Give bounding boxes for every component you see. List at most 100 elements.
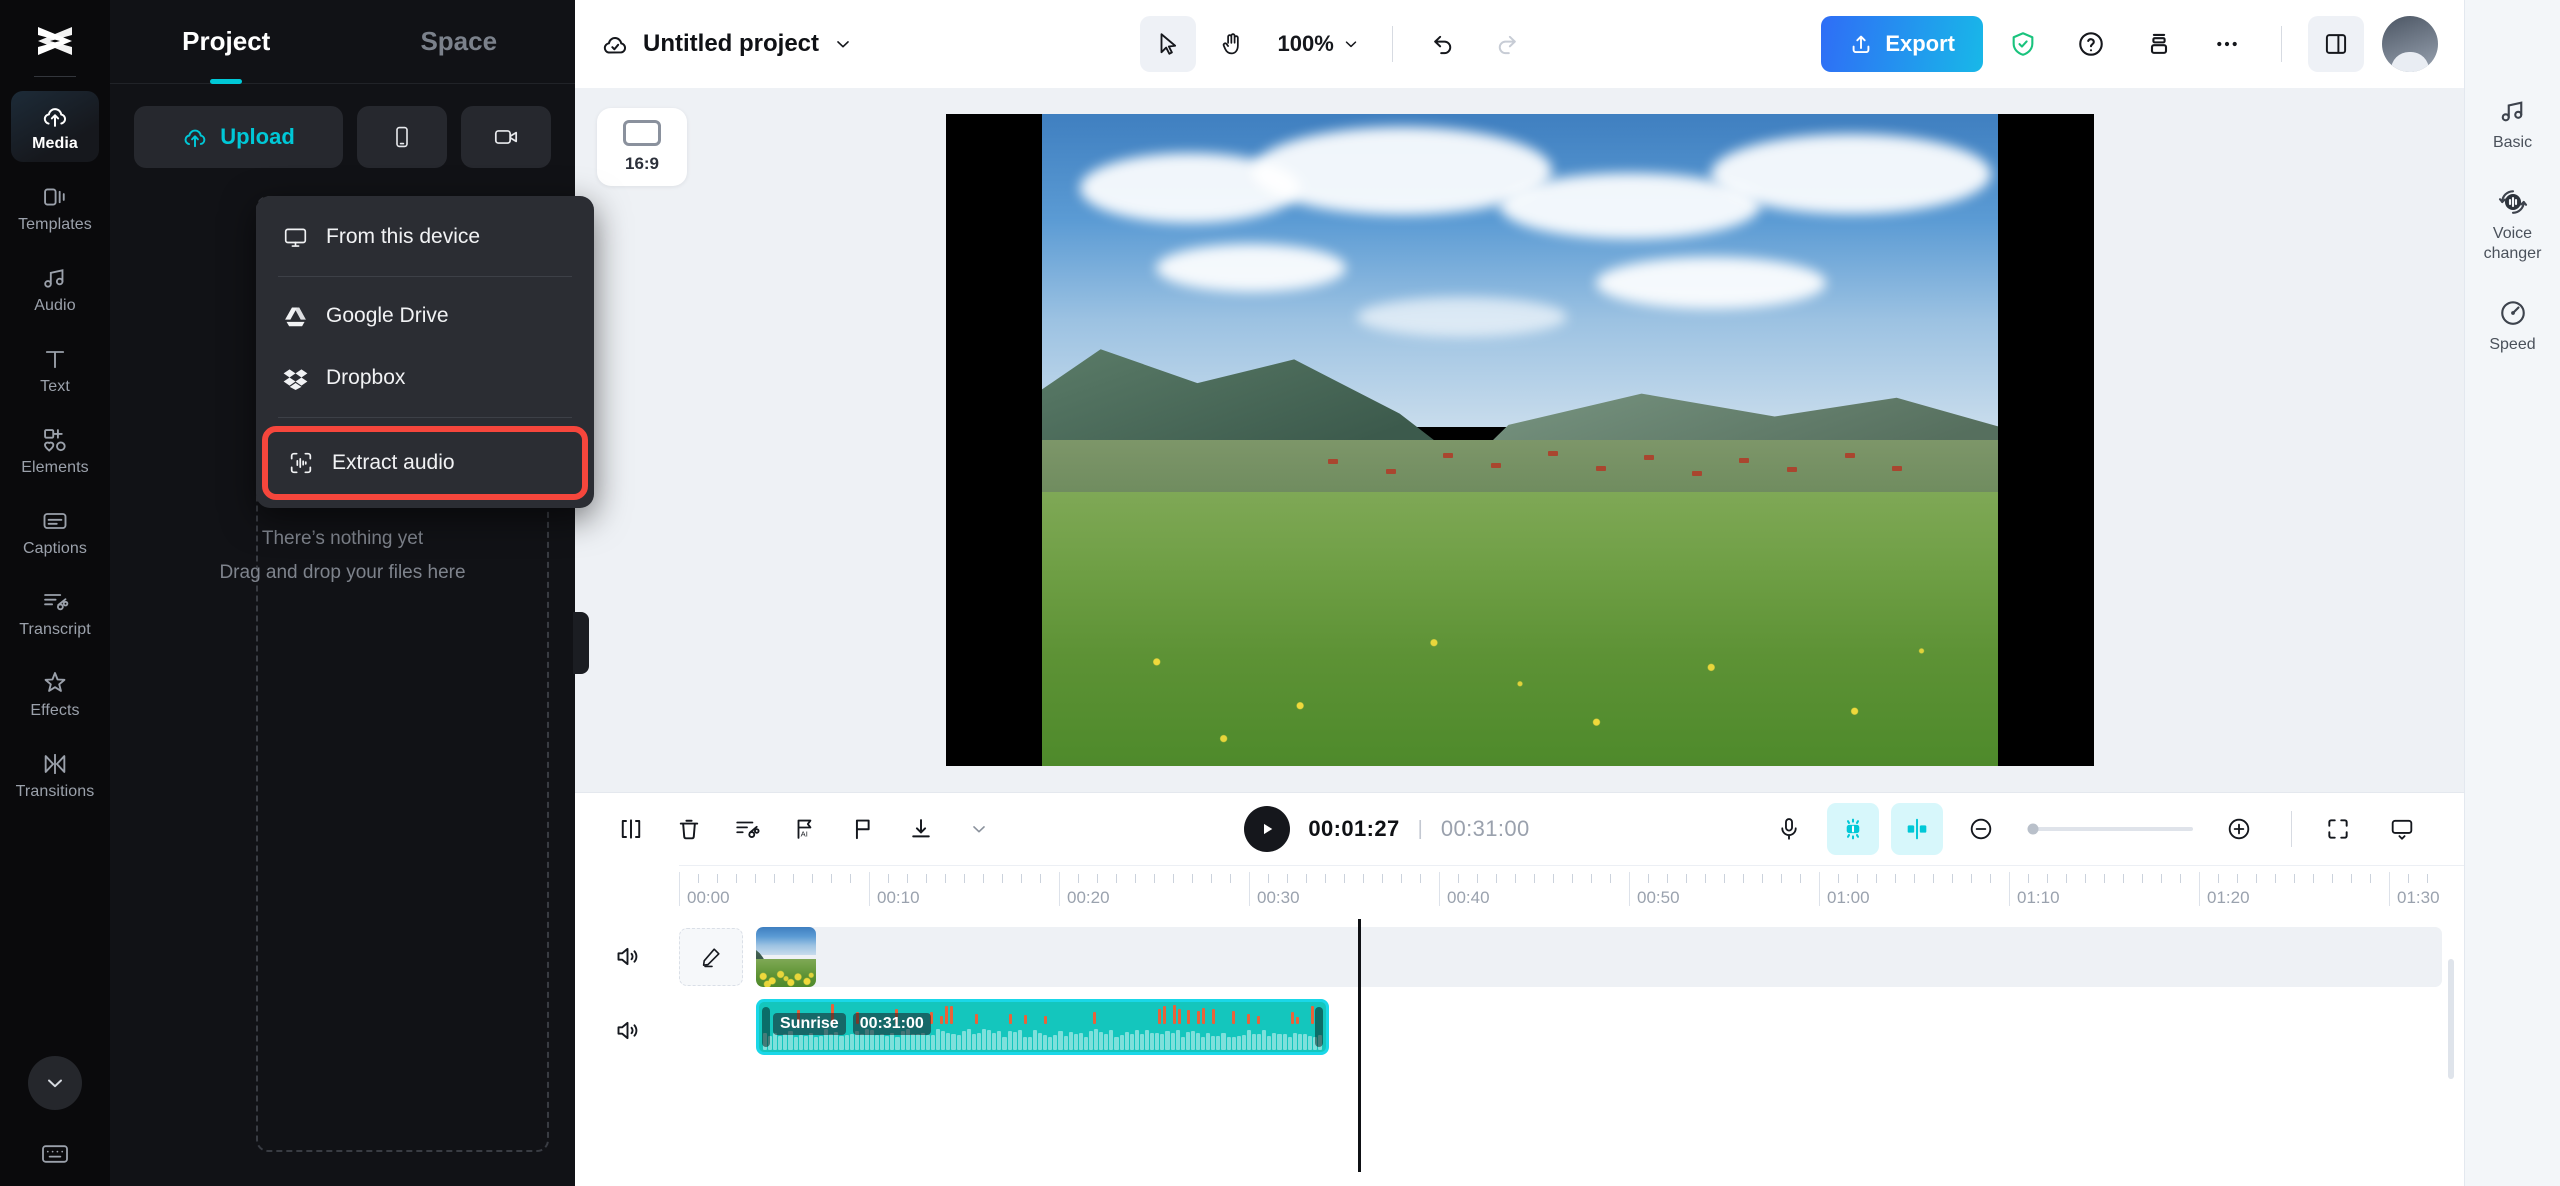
undo-button[interactable] xyxy=(1415,16,1471,72)
zoom-level-value: 100% xyxy=(1277,31,1334,56)
video-track-lane[interactable] xyxy=(679,919,2464,993)
question-circle-icon[interactable] xyxy=(2063,16,2119,72)
waveform-peak xyxy=(1162,1005,1166,1024)
waveform-bar xyxy=(1089,1031,1094,1050)
waveform-bar xyxy=(936,1029,941,1050)
video-track-mute-button[interactable] xyxy=(575,943,679,970)
chevron-down-icon[interactable] xyxy=(833,34,853,54)
shield-check-icon[interactable] xyxy=(1995,16,2051,72)
right-tab-speed[interactable]: Speed xyxy=(2469,298,2557,355)
microphone-icon[interactable] xyxy=(1763,803,1815,855)
sidebar-label: Captions xyxy=(23,540,87,557)
chevron-down-icon xyxy=(1342,35,1360,53)
ai-flag-icon[interactable]: AI xyxy=(779,803,831,855)
sidebar-item-elements[interactable]: Elements xyxy=(11,415,99,486)
hand-pan-icon[interactable] xyxy=(1204,16,1260,72)
marker-flag-icon[interactable] xyxy=(837,803,889,855)
waveform-peak xyxy=(1202,1007,1206,1024)
timeline-ruler[interactable]: 00:00 00:10 00:20 00:30 00:40 00:50 01:0… xyxy=(679,865,2464,919)
select-arrow-icon[interactable] xyxy=(1139,16,1196,72)
video-player[interactable] xyxy=(945,114,2094,766)
fullscreen-icon[interactable] xyxy=(2312,803,2364,855)
sidebar-item-captions[interactable]: Captions xyxy=(11,496,99,567)
toolbar-right-group: Export xyxy=(1821,16,2439,72)
collapse-rail-button[interactable] xyxy=(28,1056,82,1110)
zoom-slider-knob[interactable] xyxy=(2027,823,2039,835)
waveform-bar xyxy=(1297,1033,1302,1050)
zoom-out-button[interactable] xyxy=(1955,803,2007,855)
audio-split-icon[interactable] xyxy=(1891,803,1943,855)
panel-layout-icon[interactable] xyxy=(2308,16,2365,72)
waveform-bar xyxy=(1124,1032,1129,1050)
audio-track-mute-button[interactable] xyxy=(575,1017,679,1044)
sidebar-item-transitions[interactable]: Transitions xyxy=(11,739,99,810)
more-horizontal-icon[interactable] xyxy=(2199,16,2255,72)
fit-screen-icon[interactable] xyxy=(2376,803,2428,855)
sidebar-item-text[interactable]: Text xyxy=(11,334,99,405)
download-icon[interactable] xyxy=(895,803,947,855)
stack-apps-icon[interactable] xyxy=(2131,16,2187,72)
audio-track-lane[interactable]: Sunrise 00:31:00 xyxy=(679,993,2464,1067)
preview-stage: 16:9 xyxy=(575,88,2464,792)
waveform-bar xyxy=(1129,1034,1134,1050)
main-area: Untitled project 100% Export 16:9 AI 00:… xyxy=(575,0,2464,1186)
play-button[interactable] xyxy=(1244,806,1291,852)
aspect-ratio-badge[interactable]: 16:9 xyxy=(597,108,687,186)
timeline-zoom-slider[interactable] xyxy=(2027,823,2193,835)
timeline-scrollbar[interactable] xyxy=(2446,919,2454,1186)
menu-item-dropbox[interactable]: Dropbox xyxy=(256,347,594,409)
right-tab-voice-changer[interactable]: Voice changer xyxy=(2469,187,2557,264)
zoom-level-selector[interactable]: 100% xyxy=(1268,20,1370,68)
keyboard-icon[interactable] xyxy=(35,1138,75,1170)
edit-cover-button[interactable] xyxy=(679,928,743,986)
upload-button[interactable]: Upload xyxy=(134,106,343,168)
auto-cut-icon[interactable] xyxy=(721,803,773,855)
menu-item-from-this-device[interactable]: From this device xyxy=(256,206,594,268)
waveform-peak xyxy=(974,1014,978,1024)
capcut-logo-icon[interactable] xyxy=(32,18,78,64)
zoom-in-button[interactable] xyxy=(2213,803,2265,855)
menu-item-google-drive[interactable]: Google Drive xyxy=(256,285,594,347)
sidebar-item-effects[interactable]: Effects xyxy=(11,658,99,729)
waveform-bar xyxy=(987,1029,992,1050)
waveform-bar xyxy=(880,1033,885,1050)
aspect-ratio-label: 16:9 xyxy=(624,154,660,173)
right-tab-basic[interactable]: Basic xyxy=(2469,96,2557,153)
upload-from-phone-button[interactable] xyxy=(357,106,447,168)
clip-right-handle[interactable] xyxy=(1315,1007,1323,1047)
sidebar-label: Audio xyxy=(34,297,76,314)
tab-project[interactable]: Project xyxy=(110,0,343,84)
waveform-bar xyxy=(844,1035,849,1050)
avatar[interactable] xyxy=(2382,16,2439,72)
video-clip[interactable] xyxy=(756,927,2442,987)
pencil-edit-icon xyxy=(699,945,723,969)
sidebar-item-audio[interactable]: Audio xyxy=(11,253,99,324)
waveform-peak xyxy=(1043,1015,1047,1024)
waveform-bar xyxy=(1201,1036,1206,1050)
toolbar-divider xyxy=(2291,811,2292,847)
sidebar-item-media[interactable]: Media xyxy=(11,91,99,162)
audio-clip[interactable]: Sunrise 00:31:00 xyxy=(756,999,1329,1055)
scrollbar-thumb[interactable] xyxy=(2448,959,2454,1079)
project-title-group[interactable]: Untitled project xyxy=(601,30,853,58)
record-button[interactable] xyxy=(461,106,551,168)
waveform-bar xyxy=(808,1033,813,1050)
sidebar-item-transcript[interactable]: Transcript xyxy=(11,577,99,648)
auto-enhance-icon[interactable] xyxy=(1827,803,1879,855)
right-properties-rail: Basic Voice changer Speed xyxy=(2464,0,2560,1186)
waveform-bar xyxy=(890,1033,895,1050)
svg-text:AI: AI xyxy=(801,830,808,839)
menu-item-extract-audio[interactable]: Extract audio xyxy=(262,426,588,500)
sidebar-label: Transitions xyxy=(15,783,95,800)
sidebar-item-templates[interactable]: Templates xyxy=(11,172,99,243)
redo-button[interactable] xyxy=(1479,16,1535,72)
clip-left-handle[interactable] xyxy=(762,1007,770,1047)
export-button[interactable]: Export xyxy=(1821,16,1984,72)
captions-icon xyxy=(41,507,69,535)
panel-collapse-handle[interactable] xyxy=(573,612,589,674)
split-icon[interactable] xyxy=(605,803,657,855)
delete-trash-icon[interactable] xyxy=(663,803,715,855)
download-options-chevron-down-icon[interactable] xyxy=(953,803,1005,855)
waveform-bar xyxy=(1104,1034,1109,1050)
tab-space[interactable]: Space xyxy=(343,0,576,84)
